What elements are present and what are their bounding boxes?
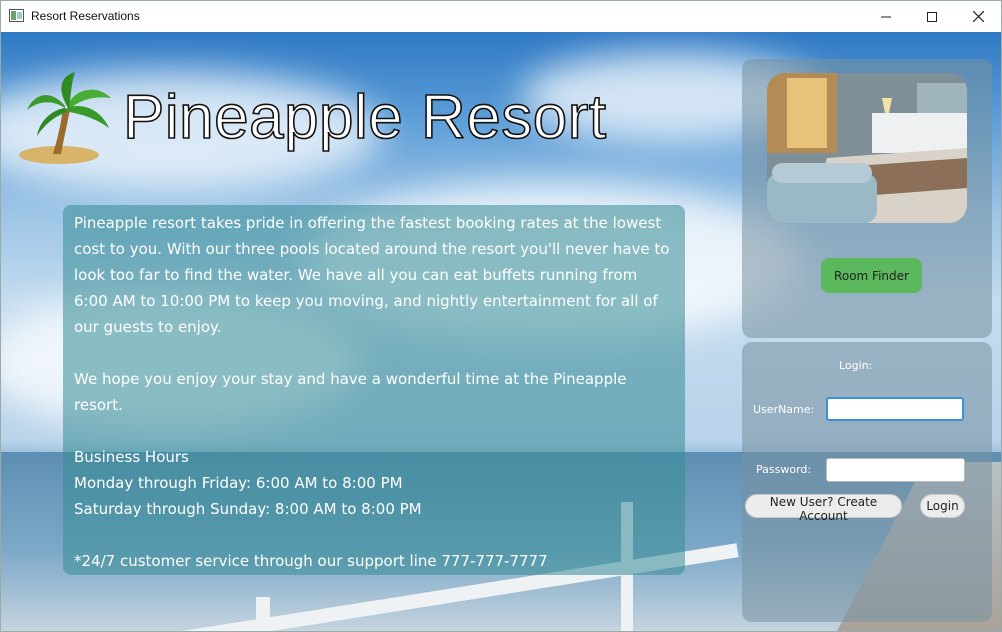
- app-window: Resort Reservations Pineapple Resort Pin…: [0, 0, 1002, 632]
- create-account-button[interactable]: New User? Create Account: [745, 494, 902, 523]
- room-panel: Room Finder: [742, 59, 992, 338]
- login-title: Login:: [839, 359, 873, 372]
- title-bar: Resort Reservations: [1, 1, 1001, 32]
- username-input[interactable]: [826, 397, 964, 421]
- window-title: Resort Reservations: [31, 9, 140, 23]
- railing-post: [256, 597, 270, 631]
- maximize-button[interactable]: [909, 1, 955, 32]
- support-line: *24/7 customer service through our suppo…: [74, 552, 548, 570]
- login-panel: Login: UserName: Password: New User? Cre…: [742, 342, 992, 622]
- maximize-icon: [927, 11, 937, 22]
- login-button[interactable]: Login: [920, 494, 965, 518]
- password-input[interactable]: [826, 458, 965, 482]
- info-paragraph: Pineapple resort takes pride in offering…: [74, 214, 670, 336]
- room-finder-button[interactable]: Room Finder: [821, 258, 922, 293]
- password-label: Password:: [756, 463, 812, 476]
- main-content: Pineapple Resort Pineapple resort takes …: [1, 32, 1001, 631]
- app-window-icon: [9, 9, 24, 22]
- username-label: UserName:: [753, 403, 815, 416]
- palm-tree-icon: [19, 72, 111, 164]
- hours-weekend: Saturday through Sunday: 8:00 AM to 8:00…: [74, 500, 422, 518]
- minimize-icon: [881, 16, 891, 17]
- close-button[interactable]: [955, 1, 1001, 32]
- minimize-button[interactable]: [863, 1, 909, 32]
- hours-weekday: Monday through Friday: 6:00 AM to 8:00 P…: [74, 474, 403, 492]
- business-hours-title: Business Hours: [74, 448, 189, 466]
- room-photo: [767, 73, 967, 223]
- close-icon: [972, 11, 984, 22]
- info-panel: Pineapple resort takes pride in offering…: [63, 205, 685, 575]
- info-paragraph: We hope you enjoy your stay and have a w…: [74, 370, 627, 414]
- resort-title: Pineapple Resort: [122, 82, 607, 153]
